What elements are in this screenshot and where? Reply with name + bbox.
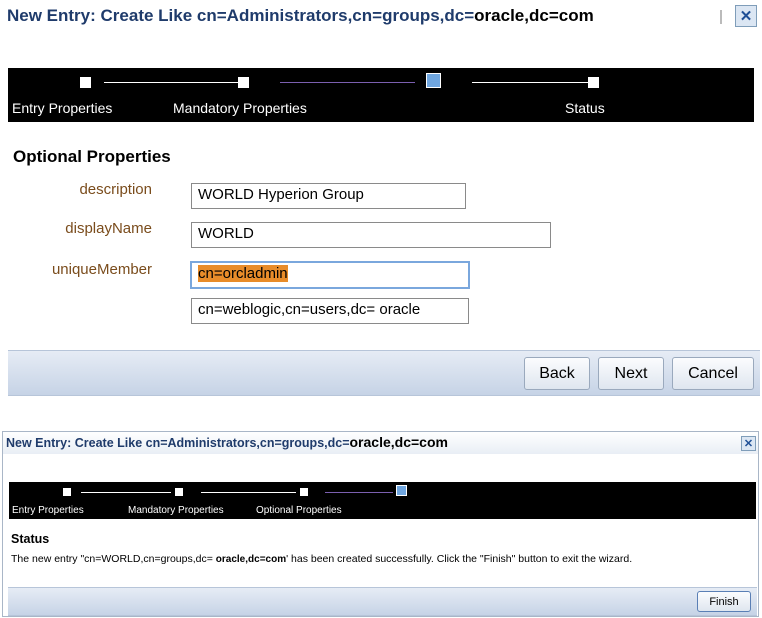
- dialog-title-host: oracle,dc=com: [474, 6, 594, 25]
- finish-button[interactable]: Finish: [697, 591, 751, 612]
- button-bar: Back Next Cancel: [8, 350, 760, 396]
- uniquemember-field-1[interactable]: cn=orcladmin: [190, 261, 470, 289]
- dialog-title: New Entry: Create Like cn=Administrators…: [6, 434, 448, 450]
- train-connector: [201, 492, 296, 493]
- status-message-text: The new entry "cn=WORLD,cn=groups,dc=: [11, 553, 216, 565]
- train-step-entry-properties[interactable]: [63, 488, 71, 496]
- dialog-title-text: New Entry: Create Like cn=Administrators…: [6, 436, 350, 450]
- train-connector: [325, 492, 393, 493]
- train-label-entry-properties[interactable]: Entry Properties: [12, 505, 84, 516]
- status-title: Status: [11, 532, 50, 546]
- train-connector: [280, 82, 415, 83]
- train-step-current: [426, 73, 441, 88]
- back-button[interactable]: Back: [524, 357, 590, 390]
- train-step-status: [588, 77, 599, 88]
- train-connector: [81, 492, 171, 493]
- selected-text: cn=orcladmin: [198, 265, 288, 282]
- close-icon[interactable]: ✕: [741, 436, 756, 451]
- train-label-entry-properties[interactable]: Entry Properties: [12, 100, 112, 116]
- dialog-title-text: New Entry: Create Like cn=Administrators…: [7, 6, 475, 25]
- displayname-field[interactable]: WORLD: [191, 222, 551, 248]
- train-step-entry-properties[interactable]: [80, 77, 91, 88]
- dialog-title-host: oracle,dc=com: [349, 434, 448, 450]
- description-field[interactable]: WORLD Hyperion Group: [191, 183, 466, 209]
- dialog-title: New Entry: Create Like cn=Administrators…: [7, 6, 594, 26]
- train-connector: [104, 82, 238, 83]
- train-step-current: [396, 485, 407, 496]
- train-label-status: Status: [565, 100, 605, 116]
- train-label-mandatory-properties[interactable]: Mandatory Properties: [173, 100, 307, 116]
- status-message: The new entry "cn=WORLD,cn=groups,dc= or…: [11, 553, 632, 565]
- displayname-label: displayName: [65, 220, 152, 237]
- train-label-optional-properties[interactable]: Optional Properties: [256, 505, 342, 516]
- cancel-button[interactable]: Cancel: [672, 357, 754, 390]
- next-button[interactable]: Next: [598, 357, 664, 390]
- status-message-suffix: ' has been created successfully. Click t…: [286, 553, 633, 565]
- wizard-train: Entry Properties Mandatory Properties Op…: [9, 482, 756, 519]
- train-step-optional-properties[interactable]: [300, 488, 308, 496]
- section-title: Optional Properties: [13, 147, 171, 166]
- uniquemember-field-2[interactable]: cn=weblogic,cn=users,dc= oracle: [191, 298, 469, 324]
- train-label-mandatory-properties[interactable]: Mandatory Properties: [128, 505, 224, 516]
- train-step-mandatory-properties[interactable]: [175, 488, 183, 496]
- wizard-train: Entry Properties Mandatory Properties St…: [8, 68, 754, 122]
- train-connector: [472, 82, 590, 83]
- close-icon[interactable]: ✕: [735, 5, 757, 27]
- button-bar: Finish: [8, 587, 757, 616]
- uniquemember-label: uniqueMember: [51, 261, 152, 278]
- status-message-host: oracle,dc=com: [215, 554, 287, 565]
- train-step-mandatory-properties[interactable]: [238, 77, 249, 88]
- title-separator: [720, 10, 722, 24]
- description-label: description: [79, 181, 152, 198]
